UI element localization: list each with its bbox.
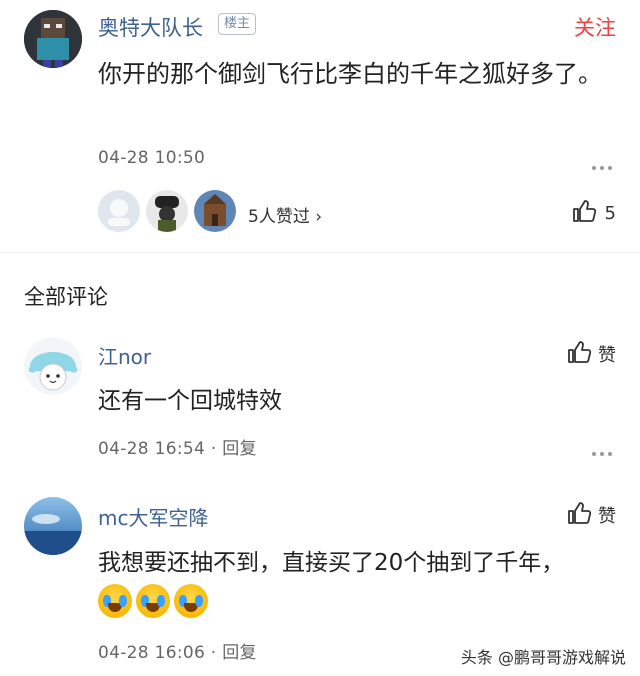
like-label: 赞 bbox=[598, 506, 616, 527]
crying-laughing-emoji bbox=[136, 584, 170, 618]
emoji-row bbox=[98, 584, 212, 618]
crying-laughing-emoji bbox=[174, 584, 208, 618]
like-button[interactable]: 5 bbox=[571, 198, 616, 228]
watermark: 头条 @鹏哥哥游戏解说 bbox=[460, 648, 626, 667]
post-text: 你开的那个御剑飞行比李白的千年之狐好多了。 bbox=[98, 60, 602, 88]
author-name[interactable]: 奥特大队长 bbox=[98, 12, 203, 42]
post-time: 04-28 10:50 bbox=[98, 148, 206, 168]
comment-text: 还有一个回城特效 bbox=[98, 388, 282, 414]
author-avatar[interactable] bbox=[24, 10, 82, 68]
thumbs-up-icon bbox=[566, 500, 592, 530]
more-icon[interactable] bbox=[592, 441, 616, 456]
thumbs-up-icon bbox=[566, 339, 592, 369]
section-divider bbox=[0, 252, 640, 253]
original-post: 奥特大队长 楼主 关注 你开的那个御剑飞行比李白的千年之狐好多了。 04-28 … bbox=[0, 0, 640, 252]
liker-avatar[interactable] bbox=[194, 190, 236, 232]
op-badge: 楼主 bbox=[218, 13, 257, 35]
liker-avatar[interactable] bbox=[146, 190, 188, 232]
commenter-name[interactable]: 江nor bbox=[98, 341, 151, 370]
commenter-avatar[interactable] bbox=[24, 497, 82, 555]
thumbs-up-icon bbox=[571, 198, 597, 228]
comment-time-reply[interactable]: 04-28 16:54 · 回复 bbox=[98, 434, 257, 459]
more-icon[interactable] bbox=[592, 155, 616, 170]
comment-like-button[interactable]: 赞 bbox=[566, 500, 616, 530]
comment-text: 我想要还抽不到，直接买了20个抽到了千年， bbox=[98, 550, 565, 576]
like-label: 赞 bbox=[598, 345, 616, 366]
like-count: 5 bbox=[604, 202, 616, 224]
comment-time-reply[interactable]: 04-28 16:06 · 回复 bbox=[98, 638, 257, 663]
comment-like-button[interactable]: 赞 bbox=[566, 339, 616, 369]
commenter-name[interactable]: mc大军空降 bbox=[98, 502, 208, 531]
commenter-avatar[interactable] bbox=[24, 337, 82, 395]
liker-avatar[interactable] bbox=[98, 190, 140, 232]
comments-section-title: 全部评论 bbox=[24, 285, 108, 309]
crying-laughing-emoji bbox=[98, 584, 132, 618]
likers-summary-link[interactable]: 5人赞过 › bbox=[248, 202, 322, 227]
follow-button[interactable]: 关注 bbox=[574, 12, 616, 42]
